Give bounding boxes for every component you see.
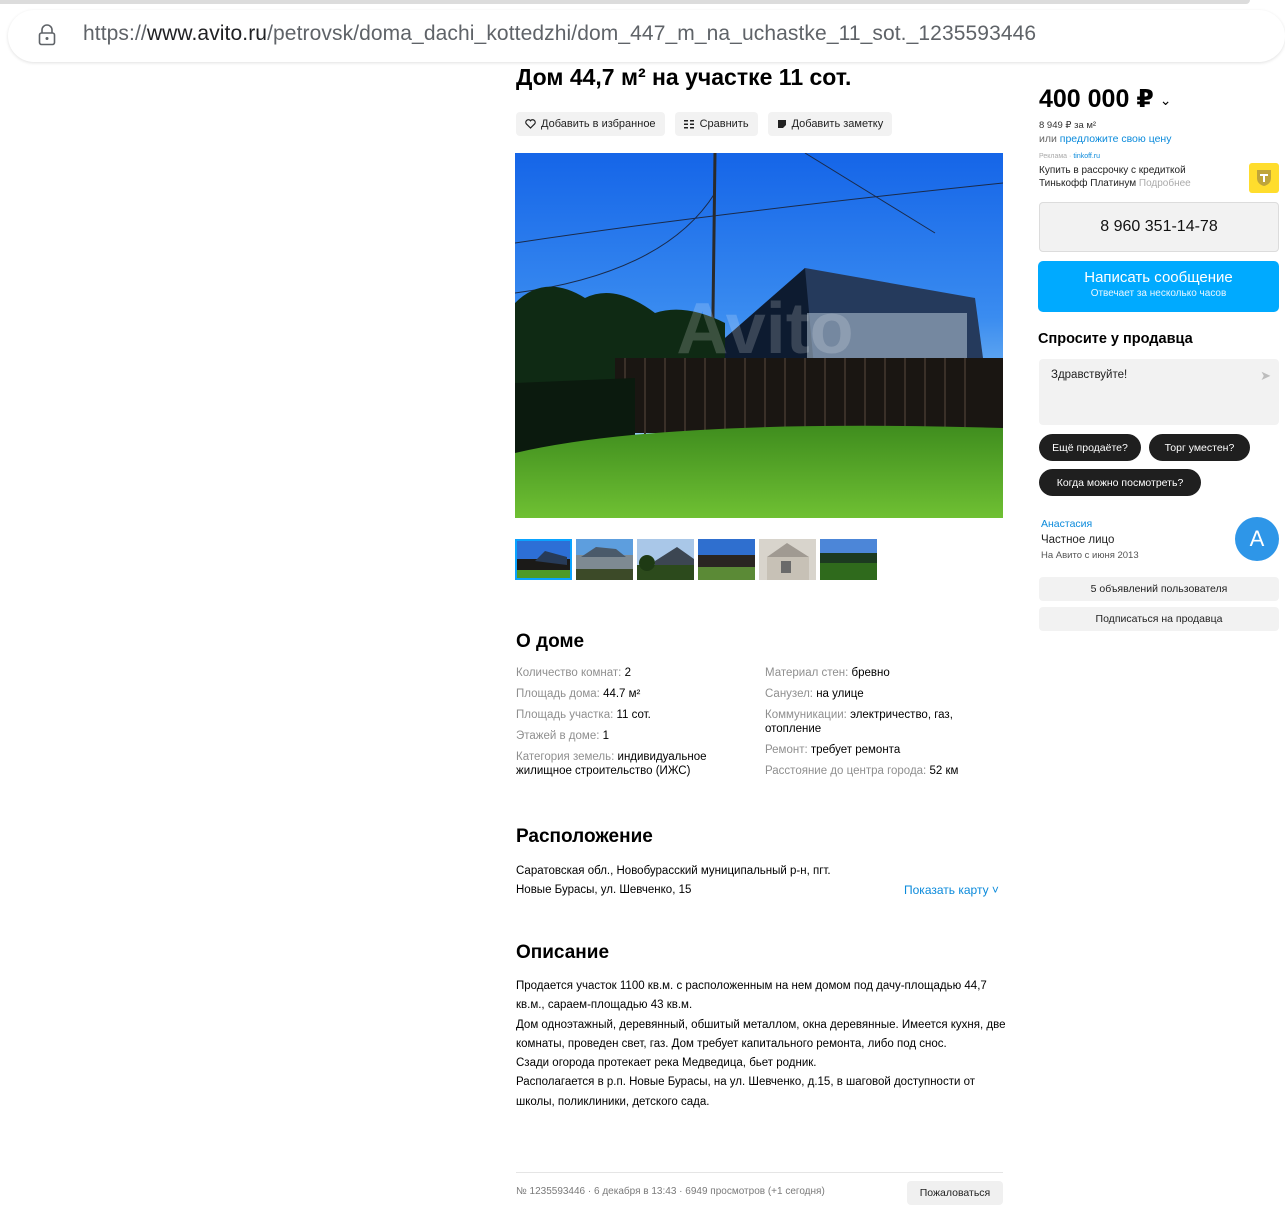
url-path: /petrovsk/doma_dachi_kottedzhi/dom_447_m… [267,22,1037,45]
url-host: www.avito.ru [146,22,268,45]
quick-question-chip[interactable]: Ещё продаёте? [1039,434,1141,461]
param-repair: Ремонт: требует ремонта [765,744,901,756]
compare-label: Сравнить [699,118,749,130]
about-params-left: Количество комнат: 2 Площадь дома: 44.7 … [516,666,736,785]
address-text: Саратовская обл., Новобурасский муниципа… [516,862,876,900]
seller-type: Частное лицо [1041,534,1115,546]
thumbnail-3[interactable] [637,539,694,580]
param-utilities: Коммуникации: электричество, газ, отопле… [765,709,953,735]
add-note-button[interactable]: Добавить заметку [767,112,893,136]
subscribe-seller-button[interactable]: Подписаться на продавца [1039,607,1279,631]
offer-price: или предложите свою цену [1039,133,1171,145]
offer-prefix: или [1039,133,1060,145]
add-favorite-button[interactable]: Добавить в избранное [516,112,665,136]
description-text: Продается участок 1100 кв.м. с расположе… [516,977,1006,1112]
description-paragraph: Продается участок 1100 кв.м. с расположе… [516,980,987,1012]
listing-title: Дом 44,7 м² на участке 11 сот. [516,64,852,90]
description-paragraph: Сзади огорода протекает река Медведица, … [516,1057,817,1070]
param-city-distance: Расстояние до центра города: 52 км [765,765,959,777]
listing-meta: № 1235593446 · 6 декабря в 13:43 · 6949 … [516,1186,825,1197]
quick-question-chip[interactable]: Торг уместен? [1149,434,1250,461]
seller-name-link[interactable]: Анастасия [1041,518,1092,530]
send-icon[interactable]: ➤ [1260,368,1271,384]
chevron-down-icon[interactable]: ⌄ [1160,92,1172,108]
house-photo: Avito [515,153,1003,518]
tinkoff-logo-icon[interactable] [1249,163,1279,193]
about-params-right: Материал стен: бревно Санузел: на улице … [765,666,995,785]
price-per-m2: 8 949 ₽ за м² [1039,120,1097,131]
ad-text[interactable]: Купить в рассрочку с кредиткой Тинькофф … [1039,164,1229,190]
quick-question-chip[interactable]: Когда можно посмотреть? [1039,469,1201,496]
about-heading: О доме [516,631,585,652]
url-text[interactable]: https://www.avito.ru/petrovsk/doma_dachi… [83,22,1036,46]
description-heading: Описание [516,942,610,963]
ask-seller-input[interactable]: Здравствуйте! ➤ [1039,359,1279,425]
thumbnail-1[interactable] [515,539,572,580]
param-rooms: Количество комнат: 2 [516,667,631,679]
phone-button[interactable]: 8 960 351-14-78 [1039,202,1279,252]
ad-more-link[interactable]: Подробнее [1139,178,1191,189]
add-favorite-label: Добавить в избранное [541,118,656,130]
show-map-link[interactable]: Показать карту ˅ [904,883,999,897]
location-heading: Расположение [516,826,653,847]
write-message-label: Написать сообщение [1084,269,1233,286]
param-wall-material: Материал стен: бревно [765,667,890,679]
param-floors: Этажей в доме: 1 [516,730,610,742]
footer-divider [516,1172,1003,1173]
response-time-label: Отвечает за несколько часов [1090,288,1227,299]
thumbnail-strip [515,539,877,580]
address-line-2: Новые Бурасы, ул. Шевченко, 15 [516,884,692,896]
seller-since: На Авито с июня 2013 [1041,550,1139,561]
write-message-button[interactable]: Написать сообщение Отвечает за несколько… [1038,261,1279,312]
thumbnail-4[interactable] [698,539,755,580]
avatar[interactable]: А [1235,517,1279,561]
param-house-area: Площадь дома: 44.7 м² [516,688,641,700]
price-value: 400 000 ₽ [1039,85,1154,113]
param-land-area: Площадь участка: 11 сот. [516,709,651,721]
listing-actions: Добавить в избранное Сравнить Добавить з… [516,112,893,136]
compare-button[interactable]: Сравнить [674,112,758,136]
browser-address-bar: https://www.avito.ru/petrovsk/doma_dachi… [0,0,1285,66]
description-paragraph: Располагается в р.п. Новые Бурасы, на ул… [516,1076,975,1108]
compare-icon [683,120,694,129]
address-line-1: Саратовская обл., Новобурасский муниципа… [516,865,831,877]
param-bathroom: Санузел: на улице [765,688,864,700]
ad-domain[interactable]: tinkoff.ru [1073,153,1100,160]
ad-label-text: Реклама · [1039,153,1074,160]
user-ads-button[interactable]: 5 объявлений пользователя [1039,577,1279,601]
param-land-category: Категория земель: индивидуальное жилищно… [516,751,707,777]
heart-icon [525,119,536,129]
note-icon [777,120,786,128]
ad-label: Реклама · tinkoff.ru [1039,153,1100,160]
url-scheme: https:// [83,22,147,45]
ask-seller-text: Здравствуйте! [1051,369,1128,381]
description-paragraph: Дом одноэтажный, деревянный, обшитый мет… [516,1018,1006,1050]
add-note-label: Добавить заметку [791,118,884,130]
ask-seller-heading: Спросите у продавца [1038,331,1193,347]
thumbnail-6[interactable] [820,539,877,580]
main-photo[interactable]: Avito [515,153,1003,518]
tab-strip-edge [0,0,1250,4]
complain-button[interactable]: Пожаловаться [907,1181,1003,1205]
thumbnail-5[interactable] [759,539,816,580]
lock-icon[interactable] [38,24,56,46]
watermark-text: Avito [676,289,853,369]
price[interactable]: 400 000 ₽ ⌄ [1039,84,1171,114]
offer-price-link[interactable]: предложите свою цену [1060,133,1172,145]
thumbnail-2[interactable] [576,539,633,580]
